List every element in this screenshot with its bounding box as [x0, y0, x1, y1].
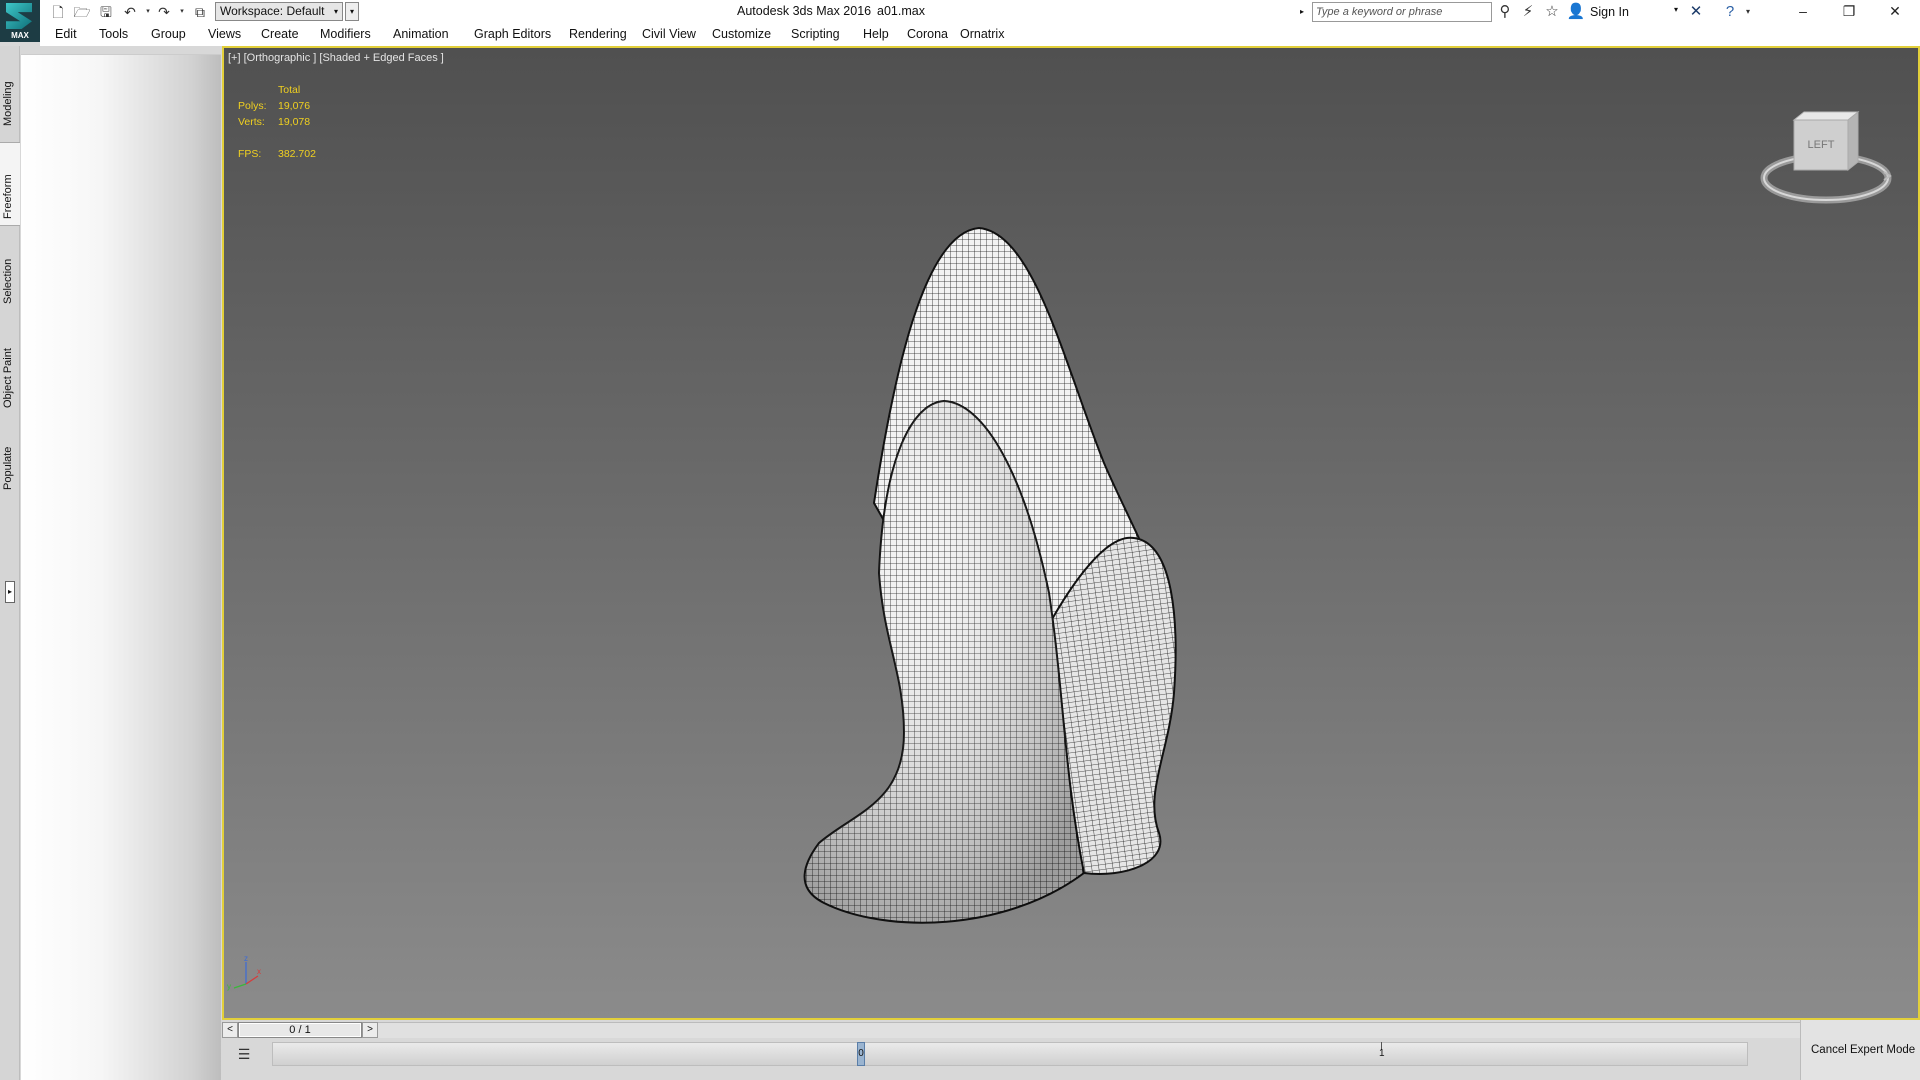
frame-marker[interactable]: 0 [857, 1042, 865, 1066]
ribbon-tab-strip: Modeling Freeform Selection Object Paint… [0, 46, 20, 1080]
quick-access-customize-icon[interactable]: ▾ [345, 2, 359, 21]
menu-animation[interactable]: Animation [393, 27, 449, 41]
viewcube-face-label: LEFT [1808, 139, 1835, 151]
verts-label: Verts: [238, 116, 265, 128]
app-title: Autodesk 3ds Max 2016 [737, 4, 872, 18]
ribbon-collapse-button[interactable]: ▸ [5, 581, 15, 603]
menu-scripting[interactable]: Scripting [791, 27, 840, 41]
axis-x-line [245, 975, 259, 985]
polys-value: 19,076 [278, 100, 311, 112]
cancel-expert-mode-button[interactable]: Cancel Expert Mode [1800, 1020, 1920, 1080]
time-slider-track[interactable] [378, 1022, 1920, 1038]
undo-icon[interactable]: ↶ [120, 2, 140, 22]
menu-create[interactable]: Create [261, 27, 299, 41]
ribbon-panel [21, 54, 221, 1080]
time-slider-prev-button[interactable]: < [222, 1022, 238, 1038]
menu-bar: Edit Tools Group Views Create Modifiers … [40, 24, 1920, 46]
viewport-orthographic[interactable]: [+] [Orthographic ] [Shaded + Edged Face… [222, 46, 1920, 1020]
menu-edit[interactable]: Edit [55, 27, 77, 41]
close-icon[interactable]: ✕ [1872, 0, 1918, 24]
workspace-dropdown[interactable]: Workspace: Default ▾ [215, 2, 343, 21]
favorites-star-icon[interactable]: ☆ [1542, 2, 1562, 22]
chevron-down-icon[interactable]: ▾ [1674, 5, 1678, 14]
file-name: a01.max [877, 4, 925, 18]
minimize-icon[interactable]: – [1780, 0, 1826, 24]
frame-tick-label: 1 [1379, 1048, 1385, 1059]
sign-in-button[interactable]: Sign In [1590, 5, 1629, 19]
communication-center-icon[interactable]: ⚡ [1518, 2, 1538, 22]
menu-tools[interactable]: Tools [99, 27, 128, 41]
tab-label: Selection [2, 258, 14, 304]
search-expand-icon[interactable]: ▸ [1300, 3, 1310, 21]
tab-label: Populate [2, 446, 14, 490]
open-file-icon[interactable]: 🗁 [72, 2, 92, 22]
user-icon[interactable]: 👤 [1566, 2, 1586, 22]
menu-help[interactable]: Help [863, 27, 889, 41]
menu-group[interactable]: Group [151, 27, 186, 41]
time-slider-area: < 0 / 1 > ☰ 0 1 [222, 1020, 1920, 1080]
menu-graph-editors[interactable]: Graph Editors [474, 27, 551, 41]
menu-ornatrix[interactable]: Ornatrix [960, 27, 1004, 41]
menu-modifiers[interactable]: Modifiers [320, 27, 371, 41]
tab-label: Freeform [2, 174, 14, 219]
tab-selection[interactable]: Selection [0, 234, 20, 314]
menu-rendering[interactable]: Rendering [569, 27, 627, 41]
tab-modeling[interactable]: Modeling [0, 54, 20, 134]
axis-x-label: x [257, 967, 261, 976]
menu-customize[interactable]: Customize [712, 27, 771, 41]
restore-icon[interactable]: ❐ [1826, 0, 1872, 24]
viewcube-top-face[interactable] [1792, 111, 1860, 121]
app-logo-icon [6, 3, 32, 29]
menu-corona[interactable]: Corona [907, 27, 948, 41]
workspace-label: Workspace: Default [220, 4, 325, 18]
viewcube[interactable]: LEFT [1756, 106, 1896, 216]
menu-views[interactable]: Views [208, 27, 241, 41]
axis-y-label: y [227, 982, 231, 991]
tab-label: Object Paint [2, 348, 14, 408]
fps-label: FPS: [238, 148, 262, 160]
chevron-down-icon: ▾ [333, 7, 338, 16]
tab-freeform[interactable]: Freeform [0, 142, 20, 226]
save-file-icon[interactable]: 🖫 [96, 2, 116, 22]
fps-value: 382.702 [278, 148, 316, 160]
cancel-expert-mode-label: Cancel Expert Mode [1811, 1044, 1916, 1056]
search-input[interactable]: Type a keyword or phrase [1312, 2, 1492, 22]
menu-civil-view[interactable]: Civil View [642, 27, 696, 41]
redo-icon[interactable]: ↷ [154, 2, 174, 22]
redo-dropdown-icon[interactable]: ▾ [172, 2, 192, 22]
tab-populate[interactable]: Populate [0, 418, 20, 498]
title-bar: 🗋 🗁 🖫 ↶ ▾ ↷ ▾ ⧉ Workspace: Default ▾ ▾ A… [0, 0, 1920, 24]
stats-header: Total [278, 84, 301, 96]
mesh-object[interactable] [704, 173, 1224, 933]
viewport-label-menu[interactable]: [+] [Orthographic ] [Shaded + Edged Face… [228, 52, 444, 64]
time-slider-next-button[interactable]: > [362, 1022, 378, 1038]
track-bar[interactable] [272, 1042, 1748, 1066]
help-icon[interactable]: ? [1720, 2, 1740, 22]
exchange-apps-icon[interactable]: ✕ [1686, 2, 1706, 22]
verts-value: 19,078 [278, 116, 311, 128]
app-logo-label: MAX [11, 31, 29, 40]
tab-object-paint[interactable]: Object Paint [0, 322, 20, 412]
tab-label: Modeling [2, 81, 14, 126]
binoculars-icon[interactable]: ⚲ [1495, 2, 1515, 22]
axis-z-label: z [244, 954, 248, 963]
viewcube-side-face[interactable] [1847, 110, 1859, 172]
mini-curve-editor-icon[interactable]: ☰ [234, 1046, 254, 1064]
axis-y-line [233, 983, 247, 989]
app-menu-button[interactable]: MAX [0, 0, 40, 42]
project-folder-icon[interactable]: ⧉ [190, 2, 210, 22]
axis-tripod: z x y [227, 954, 261, 991]
viewport-statistics: Total Polys: 19,076 Verts: 19,078 FPS: 382.… [238, 82, 398, 162]
help-dropdown-icon[interactable]: ▾ [1738, 2, 1758, 22]
new-file-icon[interactable]: 🗋 [48, 2, 68, 22]
polys-label: Polys: [238, 100, 267, 112]
time-slider[interactable]: 0 / 1 [238, 1022, 362, 1038]
